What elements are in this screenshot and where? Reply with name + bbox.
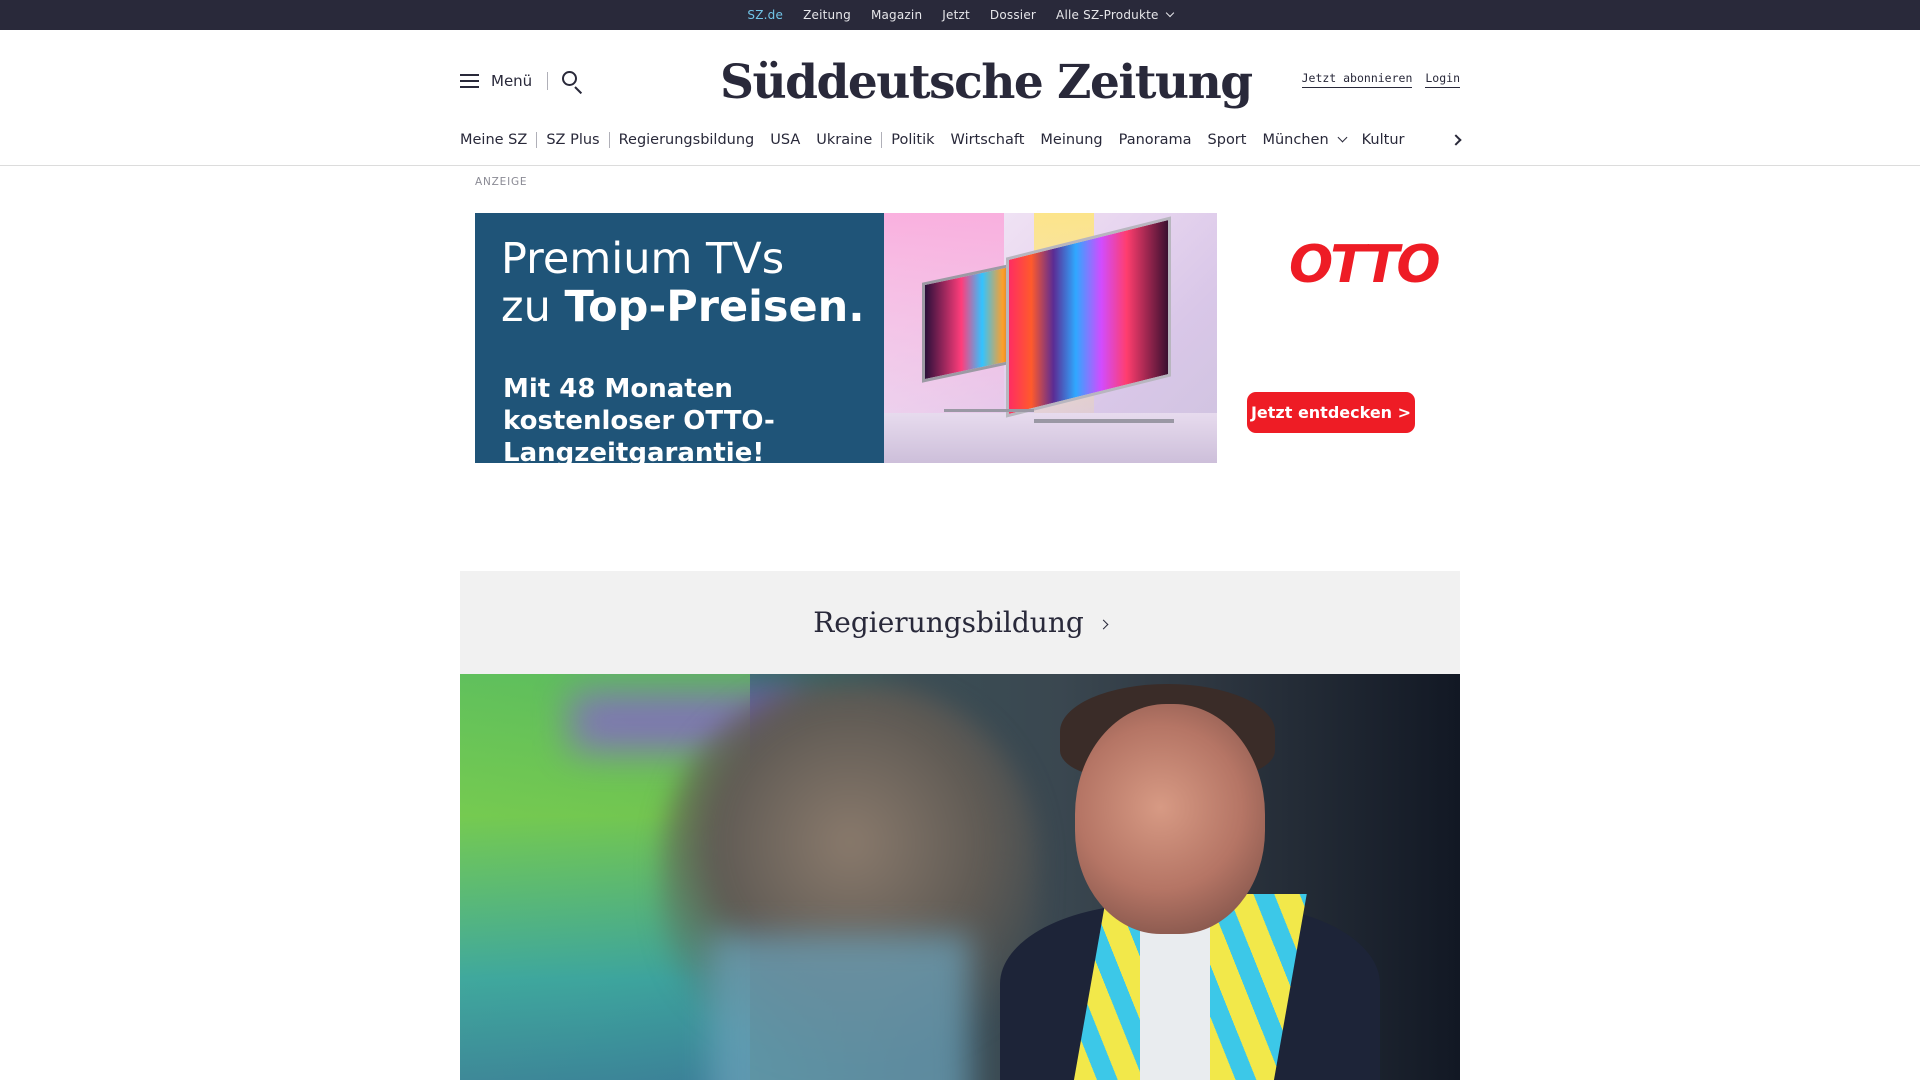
product-link-all-products[interactable]: Alle SZ-Produkte (1056, 8, 1174, 22)
site-logo[interactable]: Süddeutsche Zeitung (720, 48, 1253, 118)
ad-brand-panel: OTTO Jetzt entdecken > (1217, 213, 1445, 463)
chevron-down-icon (1165, 8, 1174, 18)
otto-logo: OTTO (1289, 235, 1441, 295)
ad-subline: Mit 48 Monaten kostenloser OTTO-Langzeit… (503, 374, 775, 468)
ad-tv-image (884, 213, 1217, 463)
ad-text-panel: Premium TVs zu Top-Preisen. Mit 48 Monat… (475, 213, 884, 468)
nav-item-meinung[interactable]: Meinung (1040, 132, 1102, 148)
site-header: Menü Süddeutsche Zeitung Jetzt abonniere… (0, 30, 1920, 166)
subscribe-link[interactable]: Jetzt abonnieren (1301, 71, 1413, 88)
nav-item-kultur[interactable]: Kultur (1362, 132, 1405, 148)
nav-item-regierungsbildung[interactable]: Regierungsbildung (619, 132, 755, 148)
section-title-label: Regierungsbildung (813, 606, 1084, 639)
nav-item-muenchen[interactable]: München (1262, 132, 1348, 148)
nav-item-meine-sz[interactable]: Meine SZ (460, 132, 527, 148)
product-link-jetzt[interactable]: Jetzt (942, 8, 970, 22)
menu-divider (547, 72, 548, 90)
nav-item-muenchen-label: München (1262, 132, 1329, 148)
nav-item-wirtschaft[interactable]: Wirtschaft (951, 132, 1025, 148)
ad-headline-bold: Top-Preisen. (564, 282, 865, 332)
nav-item-usa[interactable]: USA (770, 132, 800, 148)
main-navigation: Meine SZ SZ Plus Regierungsbildung USA U… (460, 129, 1420, 151)
nav-item-ukraine[interactable]: Ukraine (816, 132, 872, 148)
ad-banner[interactable]: Premium TVs zu Top-Preisen. Mit 48 Monat… (475, 213, 1445, 468)
product-link-magazin[interactable]: Magazin (871, 8, 922, 22)
account-links: Jetzt abonnieren Login (1301, 71, 1460, 88)
section-header[interactable]: Regierungsbildung (460, 571, 1460, 674)
product-bar-links: SZ.de Zeitung Magazin Jetzt Dossier Alle… (0, 0, 1920, 33)
ad-cta-button[interactable]: Jetzt entdecken > (1247, 392, 1415, 433)
login-link[interactable]: Login (1425, 71, 1460, 88)
nav-item-politik[interactable]: Politik (891, 132, 934, 148)
ad-headline-line2: zu Top-Preisen. (501, 283, 865, 331)
nav-divider (608, 132, 610, 148)
chevron-right-icon (1098, 619, 1109, 630)
menu-label: Menü (491, 72, 533, 90)
hero-image[interactable] (460, 674, 1460, 1080)
tv-image (1006, 216, 1171, 418)
ad-headline-line1: Premium TVs (501, 234, 785, 284)
ad-label: ANZEIGE (475, 176, 528, 188)
menu-button[interactable]: Menü (460, 72, 532, 90)
nav-item-panorama[interactable]: Panorama (1119, 132, 1192, 148)
ad-headline-prefix: zu (501, 282, 565, 332)
hamburger-icon (460, 73, 480, 89)
product-link-dossier[interactable]: Dossier (990, 8, 1036, 22)
product-bar: SZ.de Zeitung Magazin Jetzt Dossier Alle… (0, 0, 1920, 33)
chevron-right-icon[interactable] (1450, 134, 1464, 146)
product-link-zeitung[interactable]: Zeitung (803, 8, 851, 22)
all-products-label: Alle SZ-Produkte (1056, 8, 1159, 22)
chevron-down-icon (1337, 132, 1348, 142)
nav-divider (536, 132, 538, 148)
search-icon[interactable] (561, 70, 585, 95)
product-link-sz-de[interactable]: SZ.de (747, 8, 783, 33)
section-title: Regierungsbildung (460, 571, 1460, 674)
nav-item-sport[interactable]: Sport (1208, 132, 1247, 148)
nav-item-sz-plus[interactable]: SZ Plus (546, 132, 599, 148)
nav-divider (881, 132, 883, 148)
